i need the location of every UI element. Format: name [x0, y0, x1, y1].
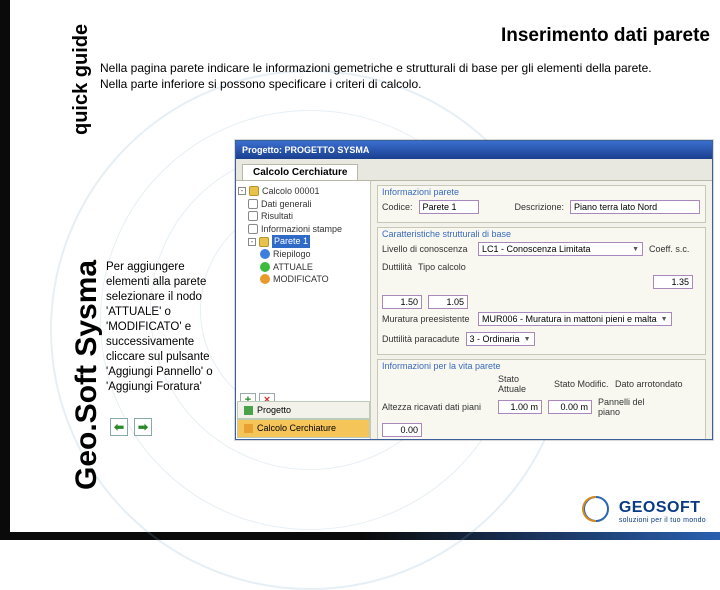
- doc-icon: [248, 211, 258, 221]
- doc-icon: [248, 199, 258, 209]
- tree-dati-generali[interactable]: Dati generali: [261, 198, 312, 211]
- coef-label: Coeff. s.c.: [649, 244, 689, 254]
- node-icon: [260, 274, 270, 284]
- r1-label: Altezza ricavati dati piani: [382, 402, 492, 412]
- group-caratteristiche: Caratteristiche strutturali di base: [382, 229, 701, 239]
- logo-text: GEOSOFT: [619, 499, 706, 517]
- coef-input[interactable]: 1.35: [653, 275, 693, 289]
- muratura-select[interactable]: MUR006 - Muratura in mattoni pieni e mal…: [478, 312, 672, 326]
- codice-input[interactable]: Parete 1: [419, 200, 479, 214]
- tree-riepilogo[interactable]: Riepilogo: [273, 248, 311, 261]
- square-icon: [244, 406, 253, 415]
- tab-bar: Calcolo Cerchiature: [236, 159, 712, 181]
- dutt-par-label: Duttilità paracadute: [382, 334, 460, 344]
- tree-attuale[interactable]: ATTUALE: [273, 261, 313, 274]
- intro-text: Nella pagina parete indicare le informaz…: [100, 60, 700, 92]
- nav-next-button[interactable]: ➡: [134, 418, 152, 436]
- coef2-input[interactable]: 1.05: [428, 295, 468, 309]
- page-title: Inserimento dati parete: [501, 25, 710, 47]
- window-title: Progetto: PROGETTO SYSMA: [242, 145, 369, 155]
- brand-label: Geo.Soft Sysma: [70, 260, 104, 490]
- tab-calcolo[interactable]: Calcolo Cerchiature: [242, 164, 358, 180]
- expand-icon[interactable]: -: [248, 238, 256, 246]
- folder-icon: [249, 186, 259, 196]
- tree-risultati[interactable]: Risultati: [261, 210, 293, 223]
- descrizione-input[interactable]: Piano terra lato Nord: [570, 200, 700, 214]
- livello-select[interactable]: LC1 - Conoscenza Limitata▼: [478, 242, 643, 256]
- duttilita-label: Duttilità: [382, 262, 412, 272]
- doc-icon: [248, 224, 258, 234]
- tipo-label: Tipo calcolo: [418, 262, 466, 272]
- expand-icon[interactable]: -: [238, 187, 246, 195]
- tree-info-stampe[interactable]: Informazioni stampe: [261, 223, 342, 236]
- codice-label: Codice:: [382, 202, 413, 212]
- side-note: Per aggiungere elementi alla parete sele…: [106, 260, 231, 394]
- logo-mark: [583, 496, 613, 526]
- dutt-input[interactable]: 1.50: [382, 295, 422, 309]
- descrizione-label: Descrizione:: [515, 202, 565, 212]
- square-icon: [244, 424, 253, 433]
- r3c-label: Pannelli del piano: [598, 397, 668, 417]
- tree-modificato[interactable]: MODIFICATO: [273, 273, 329, 286]
- r1b-input[interactable]: 0.00 m: [548, 400, 592, 414]
- col-arrot: Dato arrotondato: [615, 379, 683, 389]
- node-icon: [260, 249, 270, 259]
- nav-prev-button[interactable]: ⬅: [110, 418, 128, 436]
- window-titlebar: Progetto: PROGETTO SYSMA: [236, 141, 712, 159]
- bottom-tab-calcolo[interactable]: Calcolo Cerchiature: [237, 419, 370, 438]
- quick-guide-label: quick guide: [70, 24, 93, 135]
- bottom-tab-progetto[interactable]: Progetto: [237, 401, 370, 420]
- chevron-down-icon: ▼: [524, 336, 531, 343]
- col-modific: Stato Modific.: [554, 379, 609, 389]
- folder-icon: [259, 237, 269, 247]
- muratura-label: Muratura preesistente: [382, 314, 472, 324]
- dutt-par-select[interactable]: 3 - Ordinaria▼: [466, 332, 535, 346]
- node-icon: [260, 262, 270, 272]
- app-window: Progetto: PROGETTO SYSMA Calcolo Cerchia…: [235, 140, 713, 440]
- footer-logo: GEOSOFT soluzioni per il tuo mondo: [583, 496, 706, 526]
- chevron-down-icon: ▼: [661, 316, 668, 323]
- livello-label: Livello di conoscenza: [382, 244, 472, 254]
- r1a-input[interactable]: 1.00 m: [498, 400, 542, 414]
- logo-tagline: soluzioni per il tuo mondo: [619, 517, 706, 524]
- tree-parete-1[interactable]: Parete 1: [272, 235, 310, 248]
- chevron-down-icon: ▼: [632, 246, 639, 253]
- form-panel: Informazioni parete Codice: Parete 1 Des…: [371, 181, 712, 439]
- r1c-input[interactable]: 0.00: [382, 423, 422, 437]
- project-tree[interactable]: -Calcolo 00001 Dati generali Risultati I…: [236, 181, 371, 439]
- group-info-parete: Informazioni parete: [382, 187, 701, 197]
- col-attuale: Stato Attuale: [498, 374, 548, 394]
- group-vita-parete: Informazioni per la vita parete: [382, 361, 701, 371]
